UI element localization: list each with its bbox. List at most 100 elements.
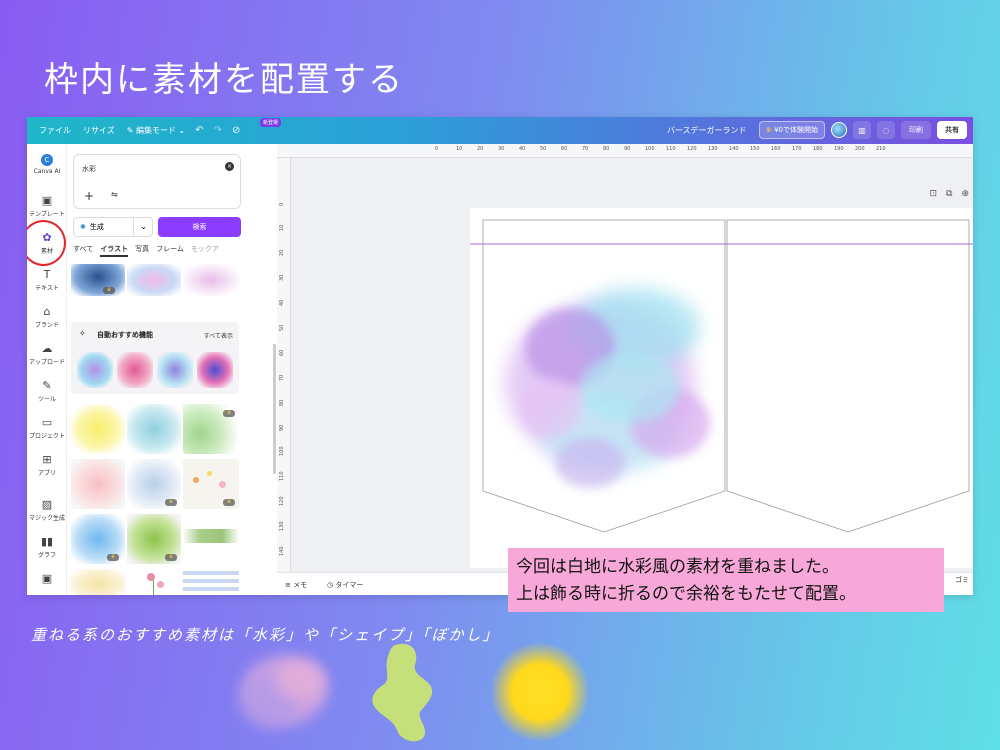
comment-icon[interactable]: ◌ <box>877 121 895 139</box>
rail-item-tools[interactable]: ✎ ツール <box>27 379 67 403</box>
recommend-thumb[interactable] <box>117 352 153 388</box>
ruler-tick-label: 10 <box>456 146 463 152</box>
search-button[interactable]: 検索 <box>158 217 241 237</box>
lock-icon[interactable]: ⊡ <box>929 189 937 199</box>
tab-frames[interactable]: フレーム <box>156 245 184 253</box>
tab-illustrations[interactable]: イラスト <box>100 245 129 257</box>
filter-icon[interactable]: ⇋ <box>111 190 118 199</box>
undo-icon[interactable]: ↶ <box>195 125 203 136</box>
ruler-tick-label: 100 <box>279 446 285 456</box>
search-box[interactable]: 水彩 × + ⇋ <box>73 154 241 209</box>
ruler-tick-label: 120 <box>687 146 697 152</box>
recommend-thumb[interactable] <box>197 352 233 388</box>
brush-stroke-thumb[interactable] <box>183 529 239 543</box>
sparkle-icon: ✧ <box>79 329 86 338</box>
flower-thumb[interactable] <box>127 569 181 595</box>
clear-icon[interactable]: × <box>225 162 234 171</box>
ruler-tick-label: 120 <box>279 496 285 506</box>
rail-item-templates[interactable]: ▣ テンプレート <box>27 194 67 218</box>
menu-file[interactable]: ファイル <box>39 125 71 136</box>
watercolor-thumb[interactable]: ♛ <box>71 514 125 564</box>
crown-icon: ♛ <box>223 410 235 417</box>
ruler-tick-label: 110 <box>666 146 676 152</box>
watercolor-thumb[interactable] <box>71 404 125 454</box>
notes-label: メモ <box>293 581 308 589</box>
watercolor-thumb[interactable] <box>71 569 125 595</box>
rail-label: ブランド <box>34 322 59 329</box>
recommend-thumb[interactable] <box>77 352 113 388</box>
design-page[interactable] <box>470 208 973 568</box>
edit-mode-menu[interactable]: ✎ 編集モード ⌄ <box>127 125 186 136</box>
avatar[interactable] <box>831 122 847 138</box>
top-toolbar: ファイル リサイズ ✎ 編集モード ⌄ ↶ ↷ ⊘ 新登場 バースデーガーランド… <box>27 117 973 144</box>
ruler-tick-label: 30 <box>498 146 505 152</box>
tab-all[interactable]: すべて <box>73 245 93 253</box>
search-input[interactable]: 水彩 <box>82 164 96 174</box>
auto-recommend-title: 自動おすすめ機能 <box>97 331 153 339</box>
trial-label: ¥0で体験開始 <box>774 126 818 134</box>
share-button[interactable]: 共有 <box>937 121 967 139</box>
generate-select[interactable]: ✺ 生成 ⌄ <box>73 217 153 237</box>
rail-label: プロジェクト <box>28 433 65 440</box>
generate-label: 生成 <box>89 223 104 231</box>
slide-title: 枠内に素材を配置する <box>44 60 404 100</box>
watercolor-element[interactable] <box>505 288 710 488</box>
rail-label: ツール <box>37 396 56 403</box>
redo-icon[interactable]: ↷ <box>214 125 222 136</box>
recommend-thumb[interactable] <box>157 352 193 388</box>
ruler-tick-label: 70 <box>279 374 285 381</box>
rail-label: テキスト <box>35 285 59 292</box>
tab-mockups[interactable]: モックア <box>191 245 219 253</box>
duplicate-icon[interactable]: ⧉ <box>946 189 952 199</box>
dot <box>207 471 212 476</box>
design-name[interactable]: バースデーガーランド <box>667 125 747 136</box>
ruler-tick-label: 60 <box>561 146 568 152</box>
rail-label: マジック生成 <box>28 515 65 522</box>
watercolor-thumb[interactable] <box>127 264 181 296</box>
notes-button[interactable]: ≡ メモ <box>285 580 307 590</box>
watercolor-thumb[interactable] <box>127 404 181 454</box>
timer-button[interactable]: ◷ タイマー <box>327 580 363 590</box>
rail-item-projects[interactable]: ▭ プロジェクト <box>27 416 67 440</box>
photo-icon: ▣ <box>41 572 53 585</box>
ruler-tick-label: 160 <box>771 146 781 152</box>
panel-scrollbar[interactable] <box>273 344 276 474</box>
trash-button[interactable]: ゴミ <box>955 575 969 585</box>
rail-item-magic[interactable]: ▨ マジック生成 <box>27 498 67 522</box>
save-status-icon[interactable]: ⊘ <box>232 125 240 136</box>
rail-item-apps[interactable]: ⊞ アプリ <box>27 453 67 477</box>
ruler-tick-label: 200 <box>855 146 865 152</box>
watercolor-thumb[interactable]: ♛ <box>71 264 125 296</box>
chart-icon: ▮▮ <box>40 535 54 548</box>
gingham-thumb[interactable] <box>183 569 239 595</box>
print-button[interactable]: 印刷 <box>901 121 931 139</box>
watercolor-thumb[interactable]: ♛ <box>127 459 181 509</box>
rail-item-brand[interactable]: ⌂ ブランド <box>27 305 67 329</box>
rail-label: アップロード <box>28 359 65 366</box>
menu-resize[interactable]: リサイズ <box>83 125 115 136</box>
add-page-icon[interactable]: ⊕ <box>961 189 969 199</box>
ruler-tick-label: 110 <box>279 471 285 481</box>
template-icon: ▣ <box>41 194 53 207</box>
crown-icon: ♛ <box>165 499 177 506</box>
ruler-tick-label: 80 <box>279 399 285 406</box>
rail-item-text[interactable]: T テキスト <box>27 268 67 292</box>
rail-item-canva-ai[interactable]: C Canva AI <box>27 154 67 175</box>
see-all-link[interactable]: すべて表示 <box>204 331 233 340</box>
toolbar-right: バースデーガーランド ♛ ¥0で体験開始 ▥ ◌ 印刷 共有 <box>661 121 967 139</box>
ruler-tick-label: 80 <box>603 146 610 152</box>
category-tabs: すべて イラスト 写真 フレーム モックア <box>73 244 243 258</box>
plus-icon[interactable]: + <box>84 189 94 203</box>
trial-button[interactable]: ♛ ¥0で体験開始 <box>758 121 825 139</box>
watercolor-thumb[interactable]: ♛ <box>183 459 239 509</box>
canva-ai-icon: C <box>41 154 53 166</box>
watercolor-thumb[interactable]: ♛ <box>127 514 181 564</box>
rail-item-more[interactable]: ▣ <box>27 572 67 587</box>
watercolor-thumb[interactable] <box>183 264 239 296</box>
tab-photos[interactable]: 写真 <box>135 245 149 253</box>
analytics-icon[interactable]: ▥ <box>853 121 871 139</box>
watercolor-thumb[interactable]: ♛ <box>183 404 239 454</box>
rail-item-uploads[interactable]: ☁ アップロード <box>27 342 67 366</box>
watercolor-thumb[interactable] <box>71 459 125 509</box>
rail-item-charts[interactable]: ▮▮ グラフ <box>27 535 67 559</box>
